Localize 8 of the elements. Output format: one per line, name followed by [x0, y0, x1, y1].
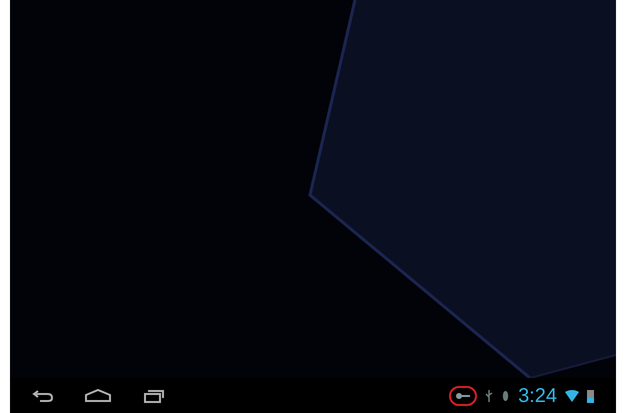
home-icon[interactable] — [84, 388, 112, 402]
key-icon — [455, 392, 472, 400]
back-icon[interactable] — [32, 388, 54, 402]
wifi-icon — [565, 390, 579, 402]
usb-icon — [485, 388, 494, 402]
battery-icon — [587, 388, 594, 402]
clock-time: 3:24 — [518, 386, 557, 406]
recent-apps-icon[interactable] — [142, 388, 166, 403]
